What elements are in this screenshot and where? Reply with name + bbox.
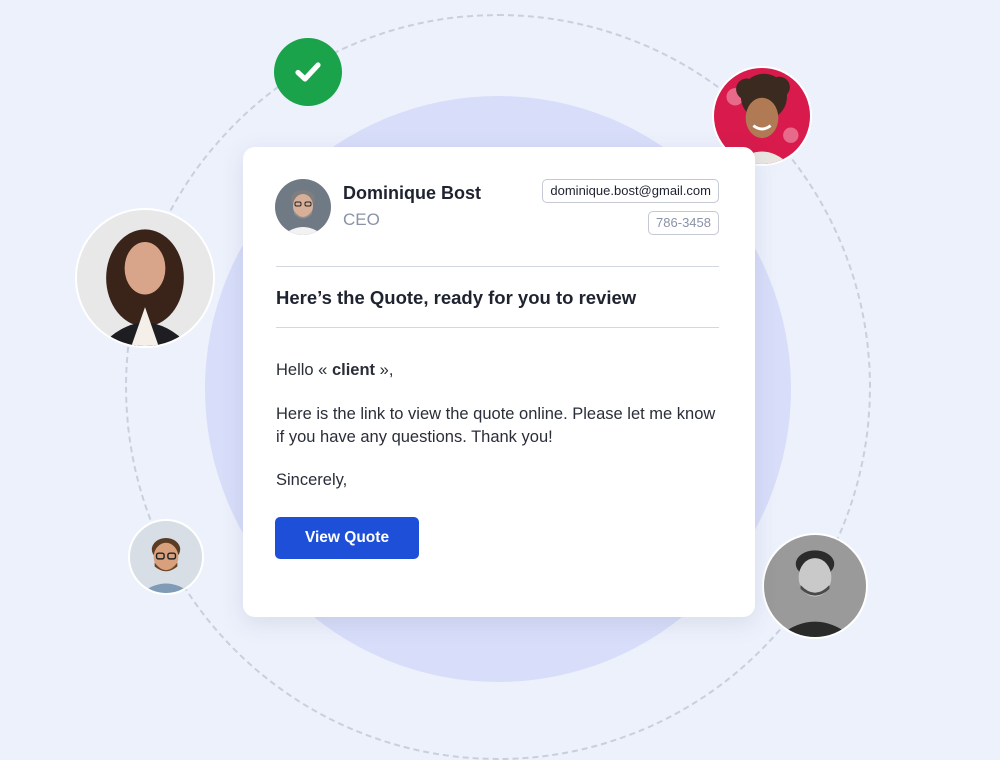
avatar <box>75 208 215 348</box>
sender-name: Dominique Bost <box>343 183 481 203</box>
email-body: Here is the link to view the quote onlin… <box>276 405 716 446</box>
email-signoff: Sincerely, <box>276 471 348 489</box>
greeting-name: client <box>331 361 376 379</box>
email-subject: Here’s the Quote, ready for you to revie… <box>276 287 637 308</box>
sender-role: CEO <box>343 210 380 229</box>
greeting-prefix: Hello « <box>276 361 332 379</box>
avatar <box>128 519 204 595</box>
greeting-suffix: », <box>375 361 394 379</box>
email-preview-card: Dominique Bost CEO dominique.bost@gmail.… <box>243 147 755 617</box>
email-greeting: Hello « client », <box>276 359 726 382</box>
avatar <box>762 533 868 639</box>
divider <box>276 327 719 328</box>
check-icon <box>274 38 342 106</box>
divider <box>276 266 719 267</box>
view-quote-button[interactable]: View Quote <box>275 517 419 559</box>
sender-email-chip: dominique.bost@gmail.com <box>542 179 719 203</box>
sender-phone-chip: 786-3458 <box>648 211 719 235</box>
sender-avatar <box>275 179 331 235</box>
